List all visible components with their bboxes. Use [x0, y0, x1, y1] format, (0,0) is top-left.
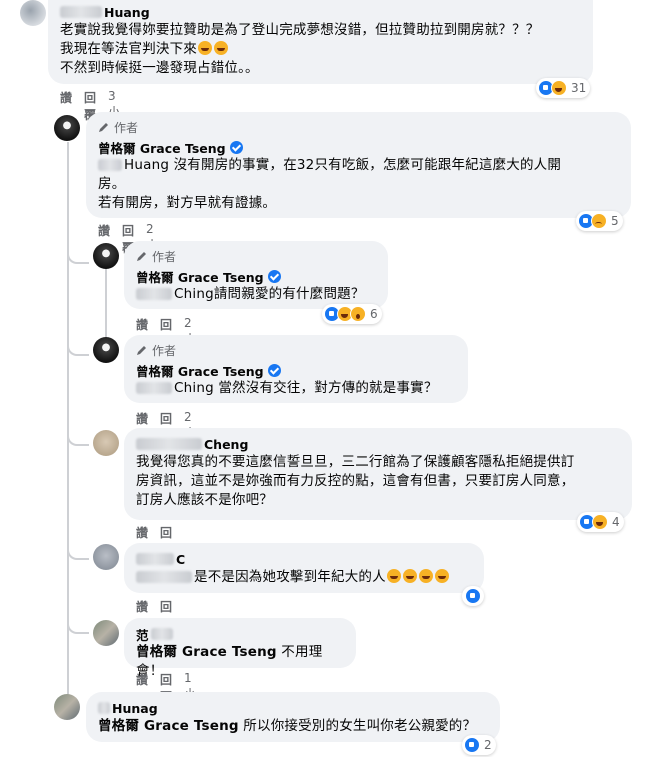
comment-bubble: C 是不是因為她攻擊到年紀大的人: [124, 543, 484, 593]
reaction-summary[interactable]: 31: [536, 78, 591, 98]
like-reaction-icon: [464, 737, 480, 753]
redacted-name: [136, 438, 202, 450]
comment-text: 若有開房，對方早就有證據。: [98, 195, 277, 211]
redacted-name: [150, 628, 173, 640]
commenter-name[interactable]: Hunag: [98, 699, 488, 717]
thread-connector: [67, 432, 89, 446]
avatar[interactable]: [93, 620, 119, 646]
avatar[interactable]: [93, 337, 119, 363]
rofl-emoji-icon: [402, 569, 417, 583]
comment-bubble: 作者 曾格爾 Grace Tseng Ching 當然沒有交往，對方傳的就是事實…: [124, 335, 468, 403]
reaction-summary[interactable]: 4: [577, 512, 624, 532]
author-badge: 作者: [136, 248, 376, 264]
comment-text: 我現在等法官判決下來: [60, 40, 581, 59]
reaction-count: 31: [571, 81, 587, 95]
comment-bubble: Huang 老實說我覺得妳要拉贊助是為了登山完成夢想沒錯，但拉贊助拉到開房就？？…: [48, 0, 593, 84]
avatar[interactable]: [54, 694, 80, 720]
author-badge: 作者: [98, 119, 619, 135]
verified-badge-icon: [267, 269, 281, 283]
commenter-name[interactable]: Huang: [60, 3, 581, 21]
comment-bubble: 范 曾格爾 Grace Tseng 不用理會！: [124, 618, 356, 679]
avatar[interactable]: [93, 430, 119, 456]
comment-text: 房資訊，這並不是妳強而有力反控的點，這會有但書，只要訂房人同意，: [136, 473, 575, 489]
reaction-count: 5: [611, 214, 619, 228]
author-badge: 作者: [136, 342, 456, 358]
avatar[interactable]: [54, 115, 80, 141]
comment-text: 房。: [98, 176, 126, 192]
comment-text: Huang 沒有開房的事實，在32只有吃飯，怎麼可能跟年紀這麼大的人開: [98, 156, 619, 175]
comment-text: Ching 當然沒有交往，對方傳的就是事實？: [136, 379, 456, 398]
like-reaction-icon: [465, 588, 481, 604]
verified-badge-icon: [267, 363, 281, 377]
comment-text: 不然到時候挺一邊發現占錯位。。: [60, 60, 259, 76]
comment-text: 是不是因為她攻擊到年紀大的人: [136, 568, 472, 587]
thread-connector: [67, 250, 89, 264]
thread-connector: [67, 620, 89, 634]
reaction-summary[interactable]: 2: [462, 735, 496, 755]
commenter-name[interactable]: C: [136, 550, 472, 568]
commenter-name[interactable]: 曾格爾 Grace Tseng: [136, 267, 376, 285]
verified-badge-icon: [229, 140, 243, 154]
redacted-name: [136, 382, 172, 394]
redacted-name: [136, 553, 174, 565]
comment-bubble: 作者 曾格爾 Grace Tseng Huang 沒有開房的事實，在32只有吃飯…: [86, 112, 631, 218]
avatar[interactable]: [93, 544, 119, 570]
comment-bubble: Hunag 曾格爾 Grace Tseng 所以你接受別的女生叫你老公親愛的？: [86, 692, 500, 742]
mention-tag[interactable]: 曾格爾 Grace Tseng: [98, 718, 239, 734]
haha-reaction-icon: [592, 514, 608, 530]
pencil-icon: [137, 252, 146, 261]
reaction-summary[interactable]: 6: [322, 304, 382, 324]
comment-text: 老實說我覺得妳要拉贊助是為了登山完成夢想沒錯，但拉贊助拉到開房就？？？: [60, 22, 540, 38]
commenter-name[interactable]: 曾格爾 Grace Tseng: [136, 361, 456, 379]
rofl-emoji-icon: [434, 569, 449, 583]
mention-tag[interactable]: 曾格爾 Grace Tseng: [136, 644, 277, 660]
commenter-name[interactable]: 范: [136, 625, 344, 643]
rofl-emoji-icon: [386, 569, 401, 583]
reaction-summary[interactable]: 5: [576, 211, 623, 231]
rofl-emoji-icon: [198, 41, 212, 55]
pencil-icon: [137, 346, 146, 355]
reaction-summary[interactable]: [462, 586, 484, 606]
haha-reaction-icon: [551, 80, 567, 96]
thread-line: [67, 142, 69, 702]
comment-bubble: 作者 曾格爾 Grace Tseng Ching請問親愛的有什麼問題？: [124, 241, 388, 309]
comment-text: 曾格爾 Grace Tseng 所以你接受別的女生叫你老公親愛的？: [98, 718, 477, 734]
redacted-name: [136, 571, 192, 583]
reaction-count: 6: [370, 307, 378, 321]
rofl-emoji-icon: [214, 41, 228, 55]
rofl-emoji-icon: [418, 569, 433, 583]
reaction-count: 4: [612, 515, 620, 529]
redacted-name: [60, 6, 102, 18]
sad-reaction-icon: [591, 213, 607, 229]
redacted-name: [98, 702, 110, 714]
comment-text: 訂房人應該不是你吧？: [136, 492, 273, 508]
comment-bubble: Cheng 我覺得您真的不要這麼信誓旦旦，三二行館為了保護顧客隱私拒絕提供訂 房…: [124, 428, 632, 520]
wow-reaction-icon: [350, 306, 366, 322]
commenter-name[interactable]: 曾格爾 Grace Tseng: [98, 138, 619, 156]
reaction-count: 2: [484, 738, 492, 752]
pencil-icon: [99, 123, 108, 132]
thread-connector: [67, 546, 89, 560]
avatar[interactable]: [20, 0, 46, 26]
redacted-name: [136, 288, 172, 300]
commenter-name[interactable]: Cheng: [136, 435, 620, 453]
comment-text: 我覺得您真的不要這麼信誓旦旦，三二行館為了保護顧客隱私拒絕提供訂: [136, 454, 575, 470]
redacted-name: [98, 159, 122, 171]
comment-text: Ching請問親愛的有什麼問題？: [136, 285, 376, 304]
avatar[interactable]: [93, 243, 119, 269]
thread-connector: [67, 342, 89, 356]
